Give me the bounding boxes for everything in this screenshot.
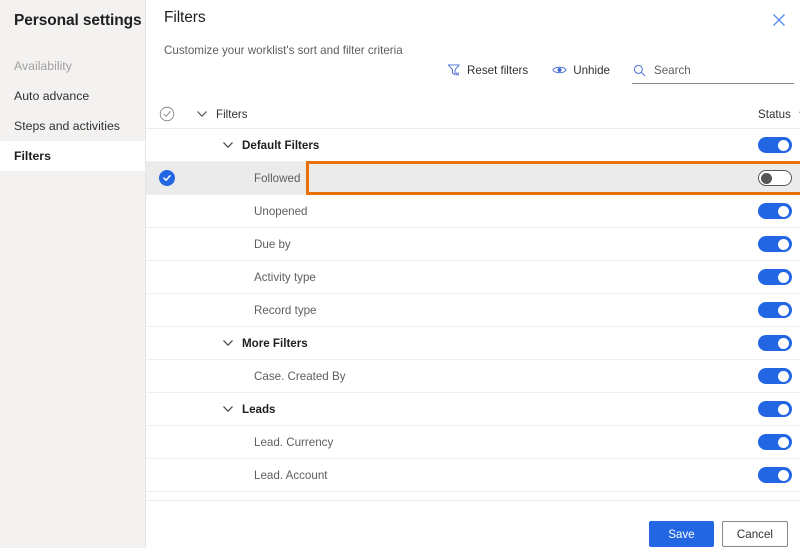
row-status: On bbox=[758, 236, 800, 252]
column-header-status-label: Status bbox=[758, 107, 791, 121]
sidebar-item-availability[interactable]: Availability bbox=[0, 51, 145, 81]
sidebar-item-auto-advance[interactable]: Auto advance bbox=[0, 81, 145, 111]
status-toggle[interactable] bbox=[758, 170, 792, 186]
table-header-row: Filters Status bbox=[146, 100, 800, 129]
close-button[interactable] bbox=[770, 11, 788, 29]
eye-icon bbox=[552, 63, 567, 78]
expand-all-button[interactable] bbox=[188, 108, 216, 120]
close-icon bbox=[773, 14, 785, 26]
row-label: Followed bbox=[254, 171, 301, 185]
row-status: On bbox=[758, 434, 800, 450]
sidebar-item-label: Auto advance bbox=[14, 89, 90, 103]
column-header-status[interactable]: Status bbox=[758, 108, 800, 121]
filters-panel: Filters Customize your worklist's sort a… bbox=[145, 0, 800, 548]
row-label: Activity type bbox=[254, 270, 316, 284]
circle-check-icon bbox=[159, 106, 175, 122]
row-status: On bbox=[758, 368, 800, 384]
row-expand-toggle[interactable] bbox=[214, 139, 242, 151]
row-label: Case. Created By bbox=[254, 369, 346, 383]
row-status: On bbox=[758, 302, 800, 318]
table-row[interactable]: Record type On bbox=[146, 294, 800, 327]
row-label: Unopened bbox=[254, 204, 308, 218]
row-status: On bbox=[758, 401, 800, 417]
panel-header: Filters bbox=[146, 0, 800, 27]
row-status: On bbox=[758, 335, 800, 351]
table-row-followed[interactable]: Followed Off bbox=[146, 161, 800, 195]
sidebar-item-filters[interactable]: Filters bbox=[0, 141, 145, 171]
footer-divider bbox=[146, 500, 800, 501]
row-status: On bbox=[758, 137, 800, 153]
sidebar-nav: Availability Auto advance Steps and acti… bbox=[0, 51, 145, 171]
page-title: Filters bbox=[164, 9, 206, 26]
status-toggle[interactable] bbox=[758, 269, 792, 285]
unhide-label: Unhide bbox=[573, 63, 610, 77]
table-row[interactable]: Due by On bbox=[146, 228, 800, 261]
personal-settings-dialog: Personal settings Availability Auto adva… bbox=[0, 0, 800, 548]
row-expand-toggle[interactable] bbox=[214, 337, 242, 349]
command-bar: Reset filters Unhide bbox=[446, 60, 794, 86]
status-toggle[interactable] bbox=[758, 335, 792, 351]
status-toggle[interactable] bbox=[758, 302, 792, 318]
table-row[interactable]: Default Filters On bbox=[146, 129, 800, 162]
search-input[interactable] bbox=[653, 64, 794, 77]
checkbox-checked-icon bbox=[159, 170, 175, 186]
highlight-frame bbox=[306, 161, 800, 195]
search-box[interactable] bbox=[631, 60, 794, 84]
panel-subtitle: Customize your worklist's sort and filte… bbox=[164, 44, 403, 57]
table-row[interactable]: Lead. Currency On bbox=[146, 426, 800, 459]
row-label: More Filters bbox=[242, 336, 308, 350]
row-label: Lead. Account bbox=[254, 468, 328, 482]
filters-table: Filters Status Default Filters Followed … bbox=[146, 100, 800, 492]
unhide-button[interactable]: Unhide bbox=[552, 60, 610, 80]
table-row[interactable]: Activity type On bbox=[146, 261, 800, 294]
select-all-button[interactable] bbox=[146, 106, 188, 122]
row-checkbox[interactable] bbox=[146, 170, 188, 186]
sidebar-item-steps-and-activities[interactable]: Steps and activities bbox=[0, 111, 145, 141]
row-expand-toggle[interactable] bbox=[214, 403, 242, 415]
chevron-down-icon bbox=[223, 406, 233, 412]
sidebar-item-label: Steps and activities bbox=[14, 119, 120, 133]
save-button[interactable]: Save bbox=[648, 521, 714, 547]
filter-clear-icon bbox=[446, 63, 461, 78]
status-toggle[interactable] bbox=[758, 137, 792, 153]
status-toggle[interactable] bbox=[758, 203, 792, 219]
sidebar-item-label: Availability bbox=[14, 59, 72, 73]
status-toggle[interactable] bbox=[758, 401, 792, 417]
cancel-button[interactable]: Cancel bbox=[721, 521, 788, 547]
row-status: On bbox=[758, 203, 800, 219]
row-status: On bbox=[758, 269, 800, 285]
row-label: Due by bbox=[254, 237, 291, 251]
table-row[interactable]: Leads On bbox=[146, 393, 800, 426]
row-label: Lead. Currency bbox=[254, 435, 334, 449]
status-toggle[interactable] bbox=[758, 467, 792, 483]
status-toggle[interactable] bbox=[758, 236, 792, 252]
status-toggle[interactable] bbox=[758, 434, 792, 450]
sidebar: Personal settings Availability Auto adva… bbox=[0, 0, 145, 548]
dialog-footer: Save Cancel bbox=[648, 521, 788, 547]
column-header-name: Filters bbox=[216, 107, 248, 121]
reset-filters-button[interactable]: Reset filters bbox=[446, 60, 528, 80]
reset-filters-label: Reset filters bbox=[467, 63, 529, 77]
row-label: Default Filters bbox=[242, 138, 320, 152]
chevron-down-icon bbox=[197, 111, 207, 117]
sidebar-title: Personal settings bbox=[14, 12, 142, 29]
status-toggle[interactable] bbox=[758, 368, 792, 384]
table-row[interactable]: Case. Created By On bbox=[146, 360, 800, 393]
row-label: Leads bbox=[242, 402, 276, 416]
table-row[interactable]: Unopened On bbox=[146, 195, 800, 228]
chevron-down-icon bbox=[223, 142, 233, 148]
row-label: Record type bbox=[254, 303, 317, 317]
sidebar-item-label: Filters bbox=[14, 149, 51, 163]
row-status: Off bbox=[758, 170, 800, 186]
row-status: On bbox=[758, 467, 800, 483]
chevron-down-icon bbox=[223, 340, 233, 346]
table-row[interactable]: More Filters On bbox=[146, 327, 800, 360]
search-icon bbox=[632, 63, 647, 78]
table-row[interactable]: Lead. Account On bbox=[146, 459, 800, 492]
